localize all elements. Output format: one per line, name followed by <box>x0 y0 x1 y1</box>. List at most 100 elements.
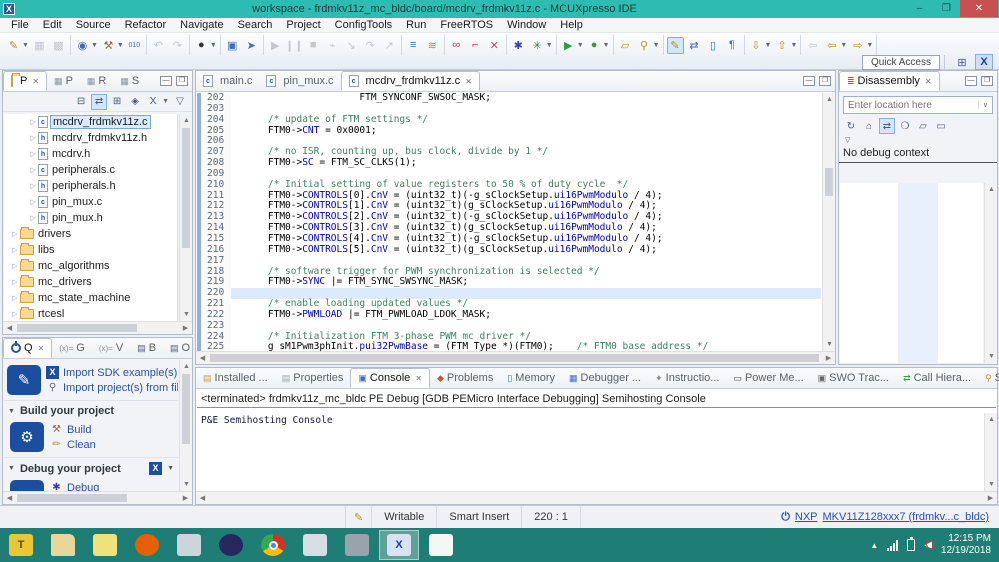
build-section-header[interactable]: ▼ Build your project <box>4 400 178 420</box>
pin-icon[interactable]: ▭ <box>933 118 949 134</box>
tab-quickstart-power[interactable]: Q ✕ <box>3 338 53 358</box>
tree-expander-icon[interactable]: ▷ <box>28 214 38 222</box>
close-button[interactable]: ✕ <box>960 0 998 17</box>
undo-icon[interactable]: ↶ <box>150 37 167 54</box>
console-output[interactable]: P&E Semihosting Console <box>197 413 983 491</box>
quickstart-close-icon[interactable]: ✕ <box>38 344 45 353</box>
open-project-icon[interactable]: ▱ <box>617 37 634 54</box>
location-input[interactable] <box>844 99 978 111</box>
quickstart-hscrollbar[interactable]: ◀ ▶ <box>3 491 192 504</box>
menu-item-help[interactable]: Help <box>553 19 590 31</box>
tab-breakpoints[interactable]: ▤ B <box>130 338 163 358</box>
text-editor-icon[interactable] <box>421 530 461 560</box>
develop-perspective-icon[interactable]: X <box>975 54 993 70</box>
target-power-icon[interactable]: ⏻ <box>781 511 790 524</box>
view-menu-icon[interactable]: ▽ <box>172 94 188 110</box>
tree-item-mc_algorithms[interactable]: ▷ mc_algorithms <box>4 258 177 274</box>
code-line[interactable]: 222 FTM0->PWMLOAD |= FTM_PWMLOAD_LDOK_MA… <box>197 309 821 321</box>
back-history-icon-dropdown[interactable]: ▼ <box>840 42 847 49</box>
tab-symbol-viewer[interactable]: ▦ S <box>113 71 146 91</box>
menu-item-project[interactable]: Project <box>279 19 327 31</box>
menu-item-refactor[interactable]: Refactor <box>118 19 174 31</box>
project-tree-hscrollbar[interactable]: ◀ ▶ <box>3 321 192 334</box>
tab-installed-sdks[interactable]: ▤ Installed ... <box>196 368 275 388</box>
debug-spider-icon[interactable]: ✱ <box>510 37 527 54</box>
pointer-icon[interactable]: ➤ <box>243 37 260 54</box>
trace-icon[interactable]: ≋ <box>424 37 441 54</box>
menu-item-freertos[interactable]: FreeRTOS <box>433 19 500 31</box>
tree-item-pin_mux.c[interactable]: ▷ c pin_mux.c <box>4 194 177 210</box>
tab-peripherals[interactable]: ▦ P <box>47 71 80 91</box>
code-line[interactable]: 219 FTM0->SYNC |= FTM_SYNC_SWSYNC_MASK; <box>197 276 821 289</box>
disconnect-icon[interactable]: ⌁ <box>324 37 341 54</box>
device-chip-icon[interactable] <box>337 530 377 560</box>
step-return-icon[interactable]: ↗ <box>381 37 398 54</box>
code-line[interactable]: 202 FTM_SYNCONF_SWSOC_MASK; <box>197 93 821 104</box>
maximize-button[interactable]: ❐ <box>933 0 960 17</box>
tab-problems[interactable]: ◆ Problems <box>430 368 500 388</box>
tree-item-mc_state_machine[interactable]: ▷ mc_state_machine <box>4 290 177 306</box>
tree-expander-icon[interactable]: ▷ <box>10 230 20 238</box>
tree-item-drivers[interactable]: ▷ drivers <box>4 226 177 242</box>
new-view-icon[interactable]: ▱ <box>915 118 931 134</box>
location-combo[interactable]: ∨ <box>843 96 993 114</box>
console-hscrollbar[interactable]: ◀ ▶ <box>196 491 997 504</box>
tree-expander-icon[interactable]: ▷ <box>10 310 20 318</box>
terminate-icon[interactable]: ■ <box>305 37 322 54</box>
tab-memory[interactable]: ▯ Memory <box>500 368 562 388</box>
menu-item-configtools[interactable]: ConfigTools <box>328 19 399 31</box>
build-hammer-icon-dropdown[interactable]: ▼ <box>117 42 124 49</box>
volume-muted-icon[interactable]: ◀ <box>924 538 936 551</box>
disassembly-tab-close-icon[interactable]: ✕ <box>925 77 932 86</box>
debug-config-icon-dropdown[interactable]: ▼ <box>546 42 553 49</box>
tree-item-libs[interactable]: ▷ libs <box>4 242 177 258</box>
disassembly-overflow-icon[interactable]: ▽ <box>839 136 997 144</box>
system-monitor-icon[interactable] <box>295 530 335 560</box>
mark-occurrences-icon[interactable]: ✎ <box>666 36 684 54</box>
project-tree-vscrollbar[interactable]: ▲ ▼ <box>179 114 192 321</box>
step-into-icon[interactable]: ↘ <box>343 37 360 54</box>
prev-annotation-icon[interactable]: ⇧ <box>773 37 790 54</box>
tree-expander-icon[interactable]: ▷ <box>10 246 20 254</box>
project-explorer-minimize-icon[interactable]: — <box>160 76 172 86</box>
new-wizard-icon[interactable]: ✎ <box>5 37 22 54</box>
forward-icon-dropdown[interactable]: ▼ <box>866 42 873 49</box>
tab-power-measurement[interactable]: ▭ Power Me... <box>726 368 810 388</box>
tab-console[interactable]: ▣ Console ✕ <box>350 368 430 388</box>
redo-icon[interactable]: ↷ <box>169 37 186 54</box>
import-project-link[interactable]: Import project(s) from file syste <box>63 382 178 394</box>
build-hammer-icon[interactable]: ⚒ <box>100 37 117 54</box>
code-line[interactable]: 208 FTM0->SC = FTM_SC_CLKS(1); <box>197 157 821 169</box>
network-signal-icon[interactable] <box>887 539 899 551</box>
editor-mode-icon[interactable]: ✎ <box>345 506 373 528</box>
tab-disassembly[interactable]: ≣ Disassembly ✕ <box>839 71 940 91</box>
tree-item-rtcesl[interactable]: ▷ rtcesl <box>4 306 177 321</box>
tab-swo-trace[interactable]: ▣ SWO Trac... <box>811 368 896 388</box>
file-explorer-icon[interactable] <box>43 530 83 560</box>
menu-item-run[interactable]: Run <box>399 19 433 31</box>
editor-vscrollbar[interactable]: ▲ ▼ <box>822 93 835 351</box>
disassembly-minimize-icon[interactable]: — <box>965 76 977 86</box>
save-all-icon[interactable]: ▩ <box>50 37 67 54</box>
mcux-x-icon[interactable]: X <box>145 94 161 110</box>
editor-minimize-icon[interactable]: — <box>803 76 815 86</box>
forward-icon[interactable]: ⇨ <box>849 37 866 54</box>
link-editor-icon[interactable]: ⇄ <box>686 37 703 54</box>
mcux-x-icon-dropdown[interactable]: ▼ <box>162 98 169 105</box>
tab-instruction-trace[interactable]: ✦ Instructio... <box>648 368 726 388</box>
menu-item-edit[interactable]: Edit <box>36 19 69 31</box>
tab-registers[interactable]: ▦ R <box>80 71 113 91</box>
code-line[interactable]: 205 FTM0->CNT = 0x0001; <box>197 125 821 137</box>
run-icon-dropdown[interactable]: ▼ <box>577 42 584 49</box>
show-whitespace-icon[interactable]: ¶ <box>724 37 741 54</box>
tree-expander-icon[interactable]: ▷ <box>10 278 20 286</box>
link-with-editor-icon[interactable]: ⇄ <box>91 93 108 110</box>
instruction-stepping-icon[interactable]: ≡ <box>405 37 422 54</box>
debug-section-header[interactable]: ▼ Debug your project X ▼ <box>4 457 178 478</box>
tree-item-mcdrv_frdmkv11z.h[interactable]: ▷ h mcdrv_frdmkv11z.h <box>4 130 177 146</box>
tab-variables[interactable]: (x)= V <box>92 338 130 358</box>
editor-tab-close-icon[interactable]: ✕ <box>465 77 472 86</box>
find-icon[interactable]: ❍ <box>897 118 913 134</box>
sdk-globe-icon-dropdown[interactable]: ▼ <box>91 42 98 49</box>
binary-utilities-icon[interactable]: 010 <box>126 37 143 54</box>
